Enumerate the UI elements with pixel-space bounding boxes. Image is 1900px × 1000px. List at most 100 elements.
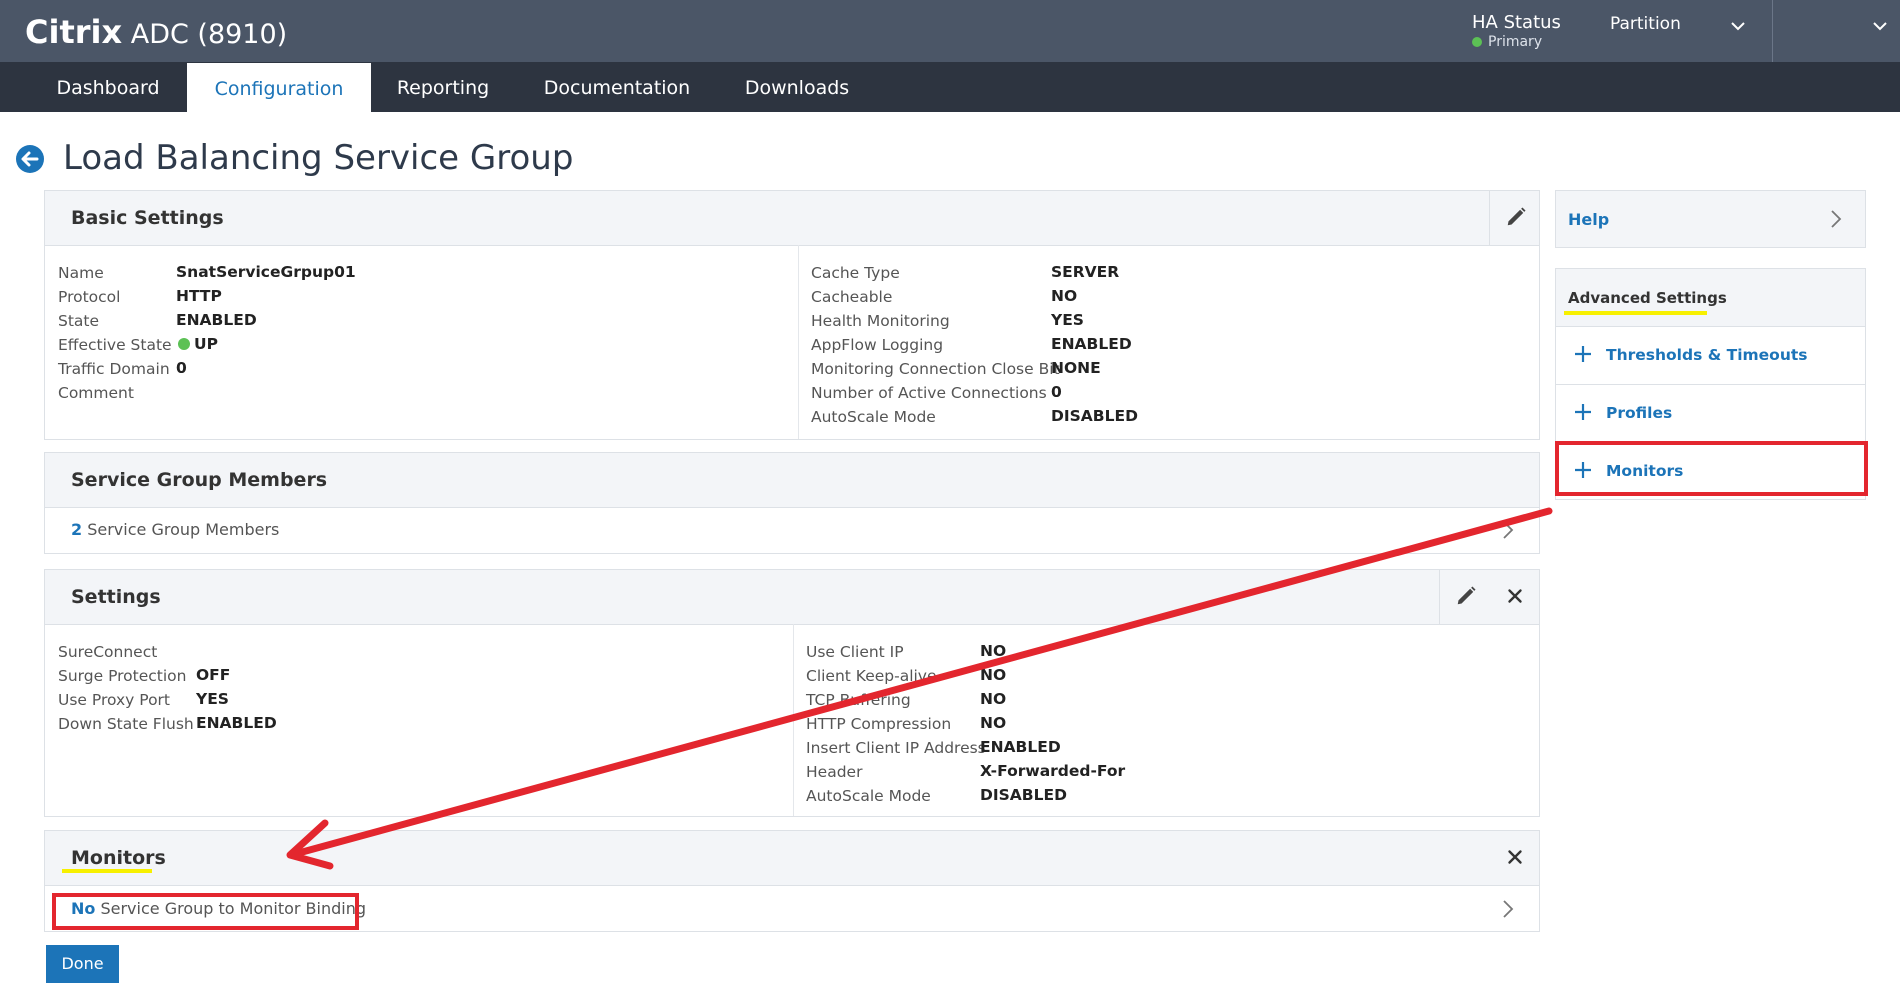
field-value: NO [980,714,1007,732]
close-monitors-button[interactable] [1489,831,1539,885]
chevron-right-icon[interactable] [1497,519,1519,541]
tab-configuration[interactable]: Configuration [187,63,371,112]
field-label: AutoScale Mode [806,787,931,805]
field-value: 0 [1051,383,1062,401]
highlight-underline [62,869,152,873]
field-label: Use Client IP [806,643,904,661]
settings-title: Settings [71,586,161,608]
sidebar-item-thresholds-timeouts[interactable]: Thresholds & Timeouts [1556,327,1865,385]
done-button[interactable]: Done [46,945,119,983]
basic-settings-title: Basic Settings [71,207,224,229]
annotation-box [1555,441,1868,496]
annotation-box [52,893,359,930]
members-count: 2 [71,520,83,539]
tab-downloads[interactable]: Downloads [722,62,872,112]
sidebar-item-label: Thresholds & Timeouts [1606,346,1808,364]
field-label: Down State Flush [58,715,194,733]
field-value: YES [1051,311,1084,329]
field-label: Health Monitoring [811,312,950,330]
field-label: Traffic Domain [58,360,170,378]
tab-dashboard[interactable]: Dashboard [32,62,184,112]
brand-name: Citrix [25,13,123,51]
field-value: NO [1051,287,1078,305]
field-label: Insert Client IP Address [806,739,986,757]
field-label: Cache Type [811,264,900,282]
advanced-settings-header: Advanced Settings [1556,269,1865,327]
plus-icon [1575,404,1591,420]
tab-documentation[interactable]: Documentation [524,62,710,112]
field-value: YES [196,690,229,708]
members-header: Service Group Members [45,453,1539,508]
plus-icon [1575,346,1591,362]
help-label: Help [1568,210,1610,229]
field-value: 0 [176,359,187,377]
field-label: Use Proxy Port [58,691,170,709]
field-label: Number of Active Connections [811,384,1047,402]
help-panel[interactable]: Help [1555,190,1866,248]
pencil-icon [1457,586,1476,605]
field-value: ENABLED [980,738,1061,756]
tab-reporting[interactable]: Reporting [372,62,514,112]
user-menu-chevron-icon[interactable] [1868,14,1892,38]
field-label: Header [806,763,863,781]
app-brand: Citrix ADC (8910) [25,12,287,55]
header-divider [1772,0,1773,62]
advanced-settings-label: Advanced Settings [1568,289,1727,307]
sidebar-item-profiles[interactable]: Profiles [1556,385,1865,443]
ha-status-label: HA Status [1472,12,1561,33]
field-value: X-Forwarded-For [980,762,1126,780]
field-value: NO [980,666,1007,684]
pencil-icon [1507,207,1526,226]
settings-panel: Settings SureConnect Surge Protection OF… [44,569,1540,817]
field-label: TCP Buffering [806,691,911,709]
ha-status-value: Primary [1472,34,1622,50]
edit-basic-settings-button[interactable] [1489,191,1539,245]
top-header: Citrix ADC (8910) HA Status Primary Part… [0,0,1900,62]
sidebar-item-label: Profiles [1606,404,1673,422]
brand-model: ADC (8910) [122,19,288,50]
field-label: Monitoring Connection Close Bit [811,360,1060,378]
field-label: Name [58,264,104,282]
field-label: Comment [58,384,134,402]
field-label: Cacheable [811,288,893,306]
field-label: SureConnect [58,643,158,661]
field-value: NO [980,690,1007,708]
effective-state-text: UP [194,335,218,353]
field-label: AutoScale Mode [811,408,936,426]
members-link[interactable]: 2 Service Group Members [71,519,279,541]
close-icon [1508,850,1522,864]
settings-header: Settings [45,570,1539,625]
members-text: Service Group Members [82,520,280,539]
field-label: HTTP Compression [806,715,952,733]
close-icon [1508,589,1522,603]
ha-status[interactable]: HA Status Primary [1472,12,1622,50]
back-arrow-icon[interactable] [15,144,45,174]
field-value: NONE [1051,359,1101,377]
field-value: SnatServiceGrpup01 [176,263,356,281]
basic-settings-panel: Basic Settings Name SnatServiceGrpup01 P… [44,190,1540,440]
chevron-down-icon[interactable] [1726,14,1750,38]
service-group-members-panel: Service Group Members 2 Service Group Me… [44,452,1540,554]
monitors-title: Monitors [71,847,166,869]
field-value: ENABLED [1051,335,1132,353]
highlight-underline [1564,311,1707,315]
field-label: AppFlow Logging [811,336,944,354]
field-value: OFF [196,666,231,684]
status-dot-icon [1472,37,1482,47]
chevron-right-icon[interactable] [1497,898,1519,920]
field-value: NO [980,642,1007,660]
field-label: Effective State [58,336,172,354]
field-value: DISABLED [1051,407,1138,425]
ha-status-text: Primary [1488,34,1543,50]
column-divider [793,624,794,816]
edit-settings-button[interactable] [1439,570,1489,624]
chevron-right-icon [1831,210,1842,228]
page-title: Load Balancing Service Group [63,138,574,178]
field-label: Client Keep-alive [806,667,937,685]
field-value: ENABLED [176,311,257,329]
partition-selector[interactable]: Partition [1610,13,1681,35]
members-title: Service Group Members [71,469,328,491]
field-value: DISABLED [980,786,1067,804]
close-settings-button[interactable] [1489,570,1539,624]
field-label: Surge Protection [58,667,187,685]
